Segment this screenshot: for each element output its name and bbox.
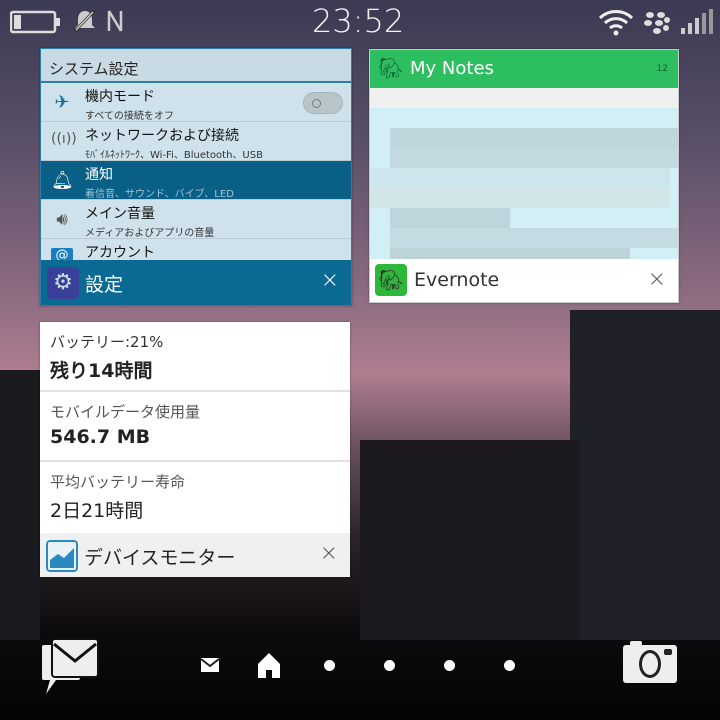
settings-app-card[interactable]: システム設定 ✈ 機内モード すべての接続をオフ ((ı)) ネットワークおよび…: [40, 48, 352, 306]
close-icon[interactable]: ×: [648, 267, 666, 292]
row-title: ネットワークおよび接続: [85, 128, 239, 144]
page-indicator[interactable]: [324, 660, 335, 671]
device-monitor-app-card[interactable]: バッテリー:21% 残り14時間 モバイルデータ使用量 546.7 MB 平均バ…: [40, 322, 350, 577]
battery-section: バッテリー:21% 残り14時間: [40, 322, 350, 392]
notifications-muted-icon: [73, 9, 96, 33]
building: [570, 310, 720, 640]
speaker-icon: 🔊︎: [56, 209, 68, 230]
building: [360, 440, 580, 640]
mobile-data-section: モバイルデータ使用量 546.7 MB: [40, 392, 350, 462]
elephant-icon: 🐘︎: [378, 56, 404, 80]
settings-row-network[interactable]: ((ı)) ネットワークおよび接続 ﾓﾊﾞｲﾙﾈｯﾄﾜｰｸ、Wi-Fi、Blue…: [41, 122, 351, 161]
settings-header: システム設定: [41, 49, 351, 83]
page-indicator[interactable]: [444, 660, 455, 671]
monitor-card-footer: デバイスモニター ×: [40, 533, 350, 577]
avg-battery-section: 平均バッテリー寿命 2日21時間: [40, 462, 350, 532]
chart-app-icon: [46, 540, 78, 572]
page-indicator[interactable]: [384, 660, 395, 671]
antenna-icon: ((ı)): [51, 131, 77, 147]
page-indicator[interactable]: [504, 660, 515, 671]
battery-icon: [10, 10, 60, 34]
battery-remaining: 残り14時間: [50, 360, 153, 382]
close-icon[interactable]: ×: [321, 268, 339, 293]
row-title: アカウント: [85, 245, 155, 261]
row-title: メイン音量: [85, 206, 155, 222]
dock: [0, 630, 720, 700]
row-subtitle: 着信音、サウンド、バイブ、LED: [85, 189, 234, 200]
close-icon[interactable]: ×: [320, 541, 338, 566]
hub-page-indicator[interactable]: [200, 657, 220, 673]
settings-gear-icon: ⚙: [47, 267, 79, 299]
bell-icon: 🔔︎: [51, 170, 74, 191]
airplane-icon: ✈: [54, 92, 70, 113]
evernote-card-footer: 🐘︎ Evernote ×: [370, 259, 678, 302]
mobile-data-value: 546.7 MB: [50, 426, 151, 448]
app-name: デバイスモニター: [84, 547, 236, 569]
row-subtitle: ﾓﾊﾞｲﾙﾈｯﾄﾜｰｸ、Wi-Fi、Bluetooth、USB: [85, 150, 263, 161]
clock: 23:52: [312, 2, 405, 40]
settings-row-airplane-mode[interactable]: ✈ 機内モード すべての接続をオフ: [41, 83, 351, 122]
settings-row-notifications[interactable]: 🔔︎ 通知 着信音、サウンド、バイブ、LED: [41, 161, 351, 200]
evernote-app-icon: 🐘︎: [375, 264, 407, 296]
settings-row-volume[interactable]: 🔊︎ メイン音量 メディアおよびアプリの音量: [41, 200, 351, 239]
status-bar: 23:52: [0, 0, 720, 42]
avg-battery-label: 平均バッテリー寿命: [50, 473, 186, 491]
app-name: Evernote: [414, 269, 500, 291]
app-name: 設定: [85, 274, 124, 296]
notebook-title: My Notes: [410, 58, 494, 79]
nfc-icon: [107, 10, 123, 32]
row-subtitle: メディアおよびアプリの音量: [85, 228, 215, 239]
home-page-indicator[interactable]: [256, 652, 282, 678]
mobile-data-label: モバイルデータ使用量: [50, 403, 201, 421]
blurred-notes-preview: [370, 88, 678, 268]
blackberry-icon: [644, 12, 670, 34]
row-title: 通知: [85, 167, 113, 183]
settings-card-footer: ⚙ 設定 ×: [41, 260, 351, 305]
wifi-icon: [598, 10, 634, 36]
evernote-header: 🐘︎ My Notes 12: [370, 50, 678, 88]
battery-label: バッテリー:21%: [50, 333, 164, 351]
building: [0, 370, 40, 640]
camera-icon[interactable]: [622, 640, 678, 694]
note-count: 12: [656, 64, 668, 74]
airplane-mode-toggle[interactable]: [303, 92, 343, 114]
signal-icon: [681, 9, 713, 34]
evernote-app-card[interactable]: 🐘︎ My Notes 12 🐘︎ Evernote ×: [369, 49, 679, 303]
hub-icon[interactable]: [40, 638, 102, 696]
avg-battery-value: 2日21時間: [50, 500, 144, 522]
